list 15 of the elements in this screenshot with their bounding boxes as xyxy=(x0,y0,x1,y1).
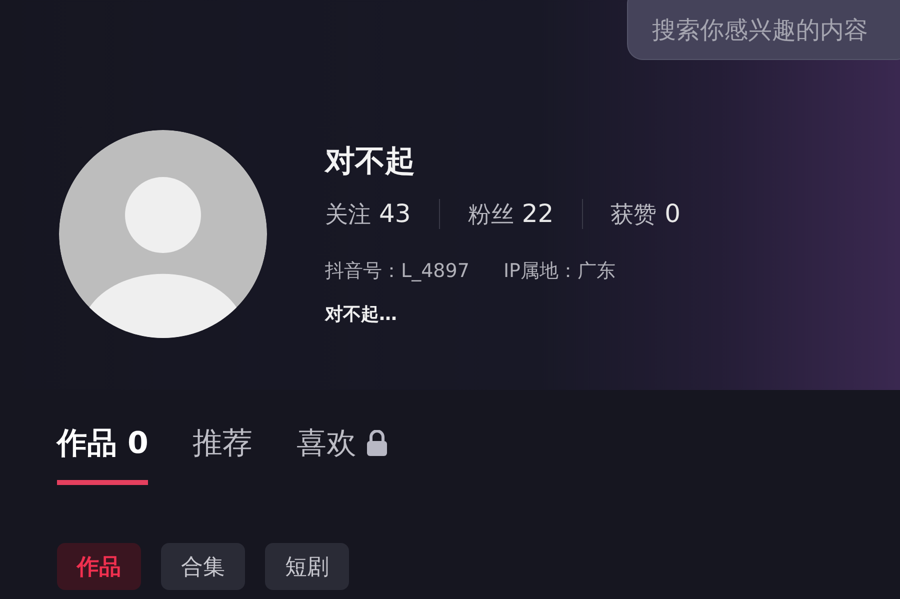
stat-label[interactable]: 获赞 0 xyxy=(610,198,681,230)
avatar-icon xyxy=(59,130,267,338)
profile-tab[interactable]: 作品 0 xyxy=(57,418,148,485)
search-field[interactable]: 搜索你感兴趣的内容 xyxy=(627,0,900,60)
profile-tab[interactable]: 喜欢 xyxy=(296,418,388,485)
profile-tab[interactable]: 推荐 xyxy=(192,418,252,485)
filter-chip[interactable]: 作品 xyxy=(57,543,141,590)
profile-info: IP属地：广东 xyxy=(503,259,616,284)
filter-chip[interactable]: 合集 xyxy=(161,543,245,590)
stat-label[interactable]: 粉丝 22 xyxy=(468,198,554,230)
user-name: 对不起 xyxy=(325,143,416,181)
signature: 对不起… xyxy=(325,303,398,326)
profile-info: 抖音号：L_4897 xyxy=(325,259,470,284)
filter-chip[interactable]: 短剧 xyxy=(265,543,349,590)
stat-label[interactable]: 关注 43 xyxy=(325,198,411,230)
